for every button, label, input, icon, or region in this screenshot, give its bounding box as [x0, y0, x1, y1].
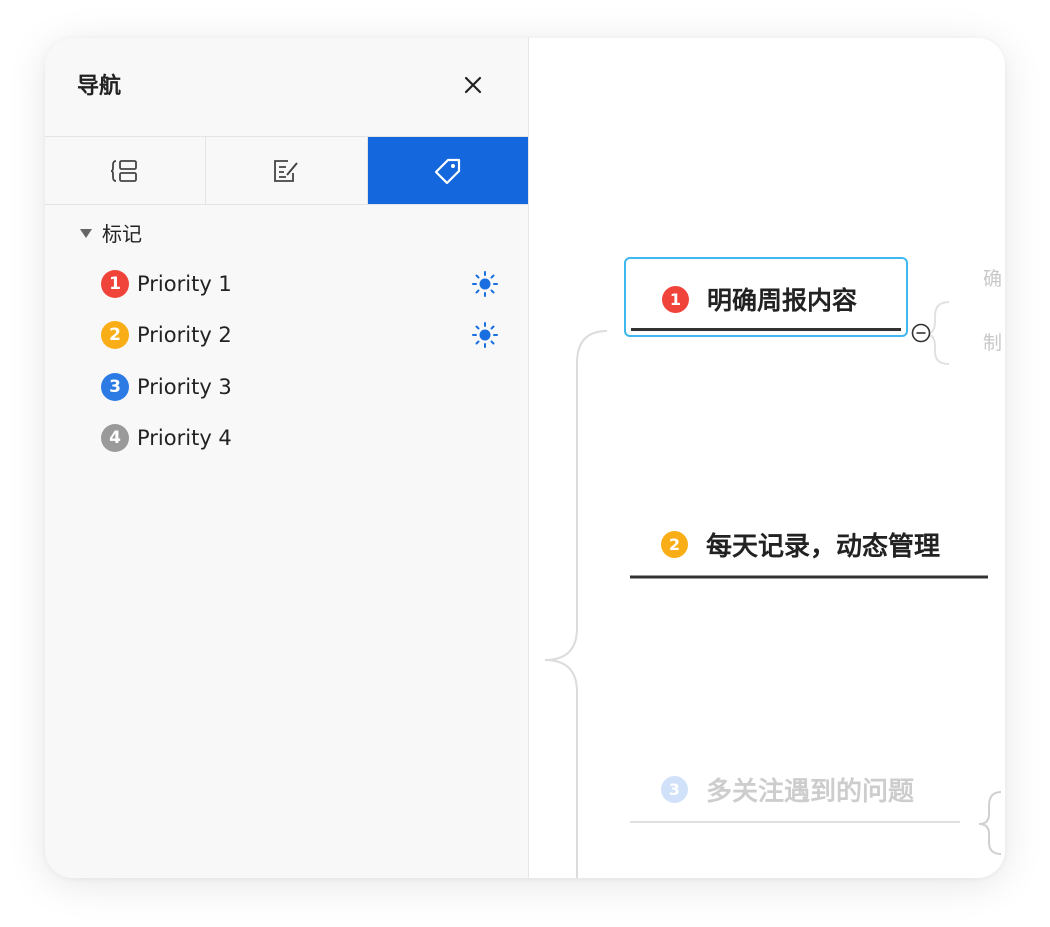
priority-1-icon: 1: [662, 285, 689, 313]
navigation-panel: 导航 标记 1 Priority 1 2 Priority 2 3 Priori…: [45, 38, 529, 878]
marker-label: Priority 1: [137, 272, 232, 296]
marker-item-priority-2[interactable]: 2 Priority 2: [101, 320, 232, 350]
panel-tabs: [45, 136, 528, 205]
priority-4-icon: 4: [101, 424, 129, 452]
tab-notes[interactable]: [206, 137, 368, 204]
marker-label: Priority 2: [137, 323, 232, 347]
mindmap-node-1[interactable]: 1 明确周报内容: [624, 257, 908, 337]
panel-title: 导航: [77, 74, 122, 99]
node-underline: [631, 328, 901, 331]
child-node-text[interactable]: 确: [983, 264, 1002, 291]
priority-2-icon: 2: [101, 321, 129, 349]
node-text: 明确周报内容: [707, 286, 858, 315]
tag-icon: [434, 158, 460, 184]
marker-item-priority-1[interactable]: 1 Priority 1: [101, 269, 232, 299]
tab-outline[interactable]: [45, 137, 207, 204]
marker-label: Priority 4: [137, 426, 232, 450]
marker-item-priority-4[interactable]: 4 Priority 4: [101, 423, 232, 453]
mindmap-canvas[interactable]: 1 明确周报内容 确 制 2 每天记录，动态管理 3 多关注遇到的问题: [529, 38, 1005, 878]
marker-item-priority-3[interactable]: 3 Priority 3: [101, 372, 232, 402]
collapse-toggle-icon[interactable]: [910, 322, 932, 344]
mindmap-node-2[interactable]: 2 每天记录，动态管理: [661, 526, 940, 563]
marker-label: Priority 3: [137, 375, 232, 399]
mindmap-node-3[interactable]: 3 多关注遇到的问题: [661, 771, 914, 808]
app-window: 导航 标记 1 Priority 1 2 Priority 2 3 Priori…: [45, 38, 1005, 878]
child-node-text[interactable]: 制: [983, 328, 1002, 355]
priority-1-icon: 1: [101, 270, 129, 298]
markers-section-header[interactable]: 标记: [80, 218, 142, 247]
expand-caret-icon: [80, 229, 92, 238]
priority-2-icon: 2: [661, 531, 688, 558]
connector-lines: [544, 301, 1002, 878]
tab-markers[interactable]: [367, 137, 528, 204]
priority-3-icon: 3: [661, 776, 688, 803]
highlight-sun-icon[interactable]: [471, 270, 499, 298]
section-label: 标记: [102, 222, 142, 246]
close-button[interactable]: [459, 71, 487, 99]
node-text: 多关注遇到的问题: [706, 777, 915, 807]
highlight-sun-icon[interactable]: [471, 321, 499, 349]
node-text: 每天记录，动态管理: [706, 532, 941, 562]
priority-3-icon: 3: [101, 373, 129, 401]
close-icon: [464, 76, 482, 94]
outline-icon: [111, 159, 138, 182]
edit-note-icon: [274, 159, 299, 182]
